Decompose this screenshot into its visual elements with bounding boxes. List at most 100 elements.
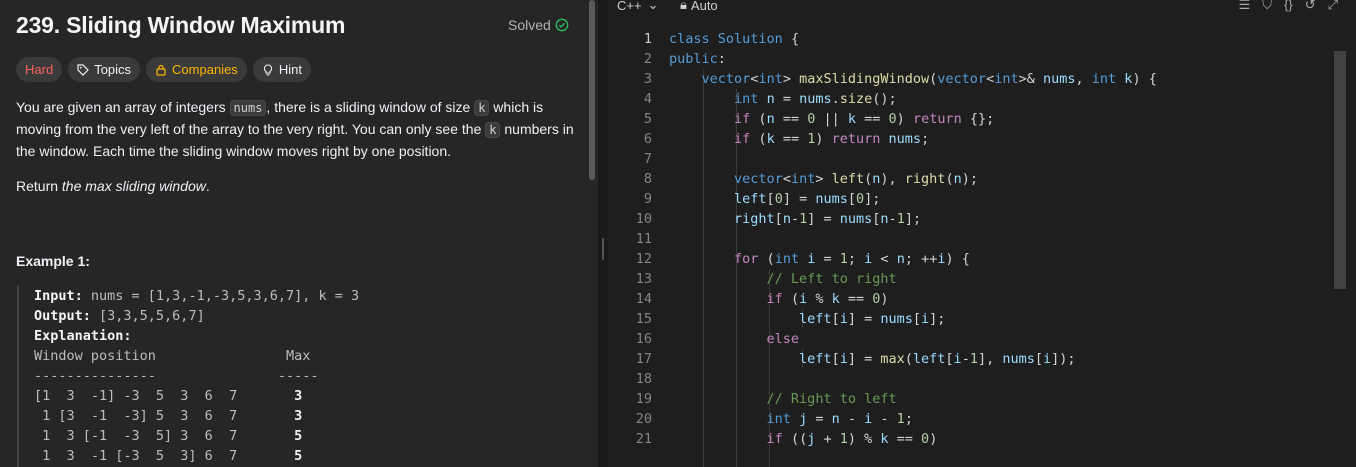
code-text: right[n-1] = nums[n-1]; — [734, 211, 922, 227]
window-row: 1 3 [-1 -3 5] 3 6 7 — [34, 428, 295, 444]
line-number: 15 — [635, 311, 652, 327]
desc-text: You are given an array of integers — [16, 99, 230, 115]
code-text: // Right to left — [766, 391, 897, 407]
return-italic: the max sliding window — [61, 178, 206, 194]
companies-label: Companies — [172, 62, 238, 77]
code-line: 5 if (n == 0 || k == 0) return {}; — [608, 109, 1328, 129]
line-number: 6 — [643, 131, 652, 147]
solved-label: Solved — [508, 17, 551, 33]
code-line: 15 left[i] = nums[i]; — [608, 309, 1328, 329]
format-icon[interactable]: ☰ — [1239, 0, 1251, 13]
reset-icon[interactable]: ↺ — [1305, 0, 1316, 13]
input-value: nums = [1,3,-1,-3,5,3,6,7], k = 3 — [82, 288, 360, 304]
code-line: 13 // Left to right — [608, 269, 1328, 289]
language-select[interactable]: C++ ⌄ — [617, 0, 658, 13]
output-value: [3,3,5,5,6,7] — [90, 308, 205, 324]
solved-status: Solved — [508, 17, 569, 33]
window-row: 1 3 -1 [-3 5 3] 6 7 — [34, 448, 295, 464]
code-text: if ((j + 1) % k == 0) — [766, 431, 938, 447]
editor-toolbar: C++ ⌄ 🔒︎ Auto ☰ ⛉ {} ↺ ⤢ — [608, 0, 1356, 14]
line-number: 17 — [635, 351, 652, 367]
code-line: 4 int n = nums.size(); — [608, 89, 1328, 109]
line-number: 10 — [635, 211, 652, 227]
code-editor-panel: C++ ⌄ 🔒︎ Auto ☰ ⛉ {} ↺ ⤢ 1 class Solution… — [608, 0, 1356, 467]
code-text: left[0] = nums[0]; — [734, 191, 881, 207]
code-text: vector<int> left(n), right(n); — [734, 171, 978, 187]
window-max: 5 — [294, 448, 303, 464]
braces-icon[interactable]: {} — [1284, 0, 1293, 13]
inline-code-k: k — [485, 122, 501, 138]
code-line: 2 public: — [608, 49, 1328, 69]
auto-mode[interactable]: 🔒︎ Auto — [680, 0, 718, 13]
desc-text: , there is a sliding window of size — [266, 99, 475, 115]
code-line: 9 left[0] = nums[0]; — [608, 189, 1328, 209]
window-max: 5 — [294, 428, 303, 444]
inline-code-nums: nums — [229, 100, 267, 116]
code-text: left[i] = max(left[i-1], nums[i]); — [799, 351, 1076, 367]
line-number: 7 — [643, 151, 652, 167]
code-line: 20 int j = n - i - 1; — [608, 409, 1328, 429]
lock-icon — [156, 64, 166, 76]
hint-button[interactable]: Hint — [252, 57, 311, 82]
line-number: 1 — [643, 31, 652, 47]
code-line: 19 // Right to left — [608, 389, 1328, 409]
line-number: 16 — [635, 331, 652, 347]
line-number: 12 — [635, 251, 652, 267]
line-number: 14 — [635, 291, 652, 307]
code-text: public: — [669, 51, 726, 67]
code-line: 16 else — [608, 329, 1328, 349]
language-label: C++ — [617, 0, 642, 13]
line-number: 5 — [643, 111, 652, 127]
line-number: 8 — [643, 171, 652, 187]
lightbulb-icon — [263, 63, 272, 75]
description-scrollbar[interactable] — [589, 0, 595, 180]
explanation-label: Explanation: — [34, 328, 132, 344]
lock-icon: 🔒︎ — [680, 0, 687, 12]
line-number: 21 — [635, 431, 652, 447]
companies-button[interactable]: Companies — [146, 57, 247, 82]
problem-tags: Hard Topics Companies Hint — [16, 57, 311, 82]
code-text: vector<int> maxSlidingWindow(vector<int>… — [701, 71, 1157, 87]
window-max: 3 — [294, 408, 303, 424]
code-line: 7 — [608, 149, 1328, 169]
code-line: 3 vector<int> maxSlidingWindow(vector<in… — [608, 69, 1328, 89]
line-number: 3 — [643, 71, 652, 87]
problem-title[interactable]: 239. Sliding Window Maximum — [16, 12, 345, 39]
bookmark-icon[interactable]: ⛉ — [1262, 0, 1272, 13]
code-line: 11 — [608, 229, 1328, 249]
return-prefix: Return — [16, 178, 62, 194]
topics-label: Topics — [94, 62, 132, 77]
return-suffix: . — [205, 178, 210, 194]
example-block: Input: nums = [1,3,-1,-3,5,3,6,7], k = 3… — [17, 286, 577, 467]
output-label: Output: — [34, 308, 91, 324]
code-text: for (int i = 1; i < n; ++i) { — [734, 251, 970, 267]
code-line: 8 vector<int> left(n), right(n); — [608, 169, 1328, 189]
difficulty-badge: Hard — [16, 57, 63, 82]
topics-button[interactable]: Topics — [68, 57, 141, 82]
code-text: else — [766, 331, 800, 347]
code-line: 21 if ((j + 1) % k == 0) — [608, 429, 1328, 449]
chevron-down-icon: ⌄ — [647, 0, 659, 12]
code-text: int j = n - i - 1; — [766, 411, 913, 427]
line-number: 18 — [635, 371, 652, 387]
divider-handle[interactable] — [602, 238, 604, 260]
input-label: Input: — [34, 288, 83, 304]
problem-panel: 239. Sliding Window Maximum Solved Hard … — [0, 0, 598, 467]
expand-icon[interactable]: ⤢ — [1328, 0, 1338, 13]
hint-label: Hint — [278, 62, 302, 77]
code-text: int n = nums.size(); — [734, 91, 897, 107]
code-text: if (n == 0 || k == 0) return {}; — [734, 111, 995, 127]
code-text: class Solution { — [669, 31, 800, 47]
problem-description: You are given an array of integers nums,… — [16, 97, 582, 162]
code-text: if (k == 1) return nums; — [734, 131, 930, 147]
example-title: Example 1: — [16, 253, 90, 269]
code-text: if (i % k == 0) — [766, 291, 889, 307]
code-area[interactable]: 1 class Solution { 2 public: 3 vector<int>… — [608, 29, 1356, 467]
code-line: 17 left[i] = max(left[i-1], nums[i]); — [608, 349, 1328, 369]
code-line: 10 right[n-1] = nums[n-1]; — [608, 209, 1328, 229]
code-text: // Left to right — [766, 271, 897, 287]
editor-scrollbar[interactable] — [1334, 51, 1346, 289]
line-number: 4 — [643, 91, 652, 107]
code-line: 14 if (i % k == 0) — [608, 289, 1328, 309]
panel-divider[interactable] — [598, 0, 608, 467]
